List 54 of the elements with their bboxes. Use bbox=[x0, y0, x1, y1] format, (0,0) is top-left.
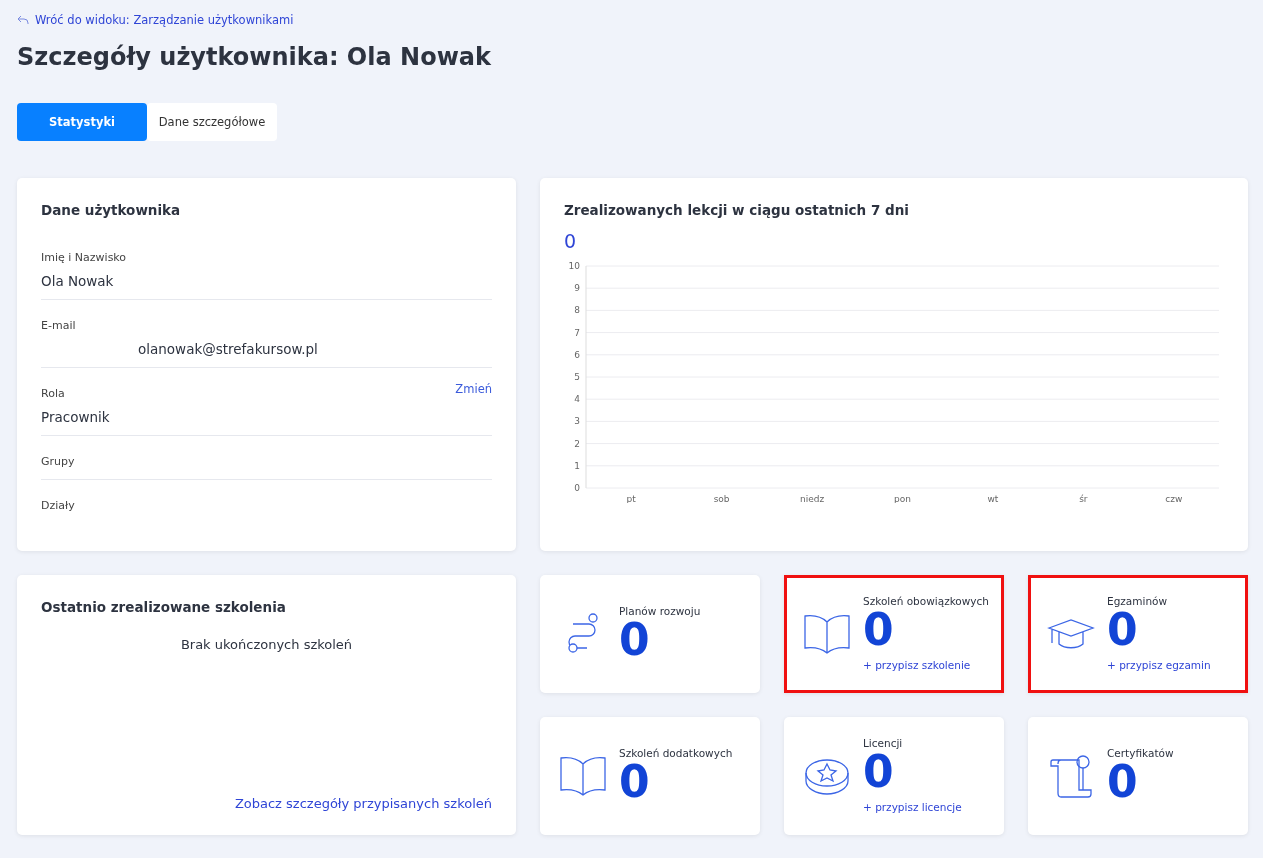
field-value: olanowak@strefakursow.pl bbox=[137, 341, 319, 357]
page-title: Szczegóły użytkownika: Ola Nowak bbox=[17, 43, 492, 71]
stat-label: Szkoleń obowiązkowych bbox=[863, 595, 989, 608]
stat-value: 0 bbox=[1107, 607, 1138, 654]
tab[interactable]: Statystyki bbox=[17, 103, 147, 141]
field-label: E-mail bbox=[41, 319, 76, 332]
x-axis-label: pon bbox=[894, 494, 911, 503]
field-label: Rola bbox=[41, 387, 65, 400]
card-title: Ostatnio zrealizowane szkolenia bbox=[41, 599, 287, 615]
y-axis-label: 3 bbox=[574, 416, 580, 427]
stat-value: 0 bbox=[619, 758, 650, 806]
x-axis-label: sob bbox=[713, 494, 730, 503]
field-value: Ola Nowak bbox=[41, 273, 115, 289]
stat-label: Egzaminów bbox=[1107, 595, 1169, 608]
y-axis-label: 4 bbox=[574, 394, 580, 405]
y-axis-label: 7 bbox=[574, 327, 580, 338]
card-title: Dane użytkownika bbox=[41, 202, 182, 218]
card-title: Zrealizowanych lekcji w ciągu ostatnich 7 dni bbox=[564, 202, 910, 218]
change-link[interactable]: Zmień bbox=[455, 382, 492, 396]
y-axis-label: 2 bbox=[574, 438, 580, 449]
y-axis-label: 9 bbox=[574, 283, 580, 294]
y-axis-label: 10 bbox=[568, 261, 580, 271]
y-axis-label: 5 bbox=[574, 372, 580, 382]
tab[interactable]: Dane szczegółowe bbox=[147, 103, 277, 141]
y-axis-label: 8 bbox=[574, 305, 580, 316]
stat-value: 0 bbox=[1107, 758, 1138, 806]
details-link[interactable]: Zobacz szczegóły przypisanych szkoleń bbox=[234, 796, 492, 811]
x-axis-label: pt bbox=[626, 494, 636, 503]
stat-value: 0 bbox=[863, 749, 894, 796]
field-label: Działy bbox=[41, 499, 75, 512]
empty-message: Brak ukończonych szkoleń bbox=[180, 637, 353, 652]
field-label: Imię i Nazwisko bbox=[41, 251, 127, 264]
field-label: Grupy bbox=[41, 455, 75, 468]
y-axis-label: 1 bbox=[574, 460, 580, 471]
field-value: Pracownik bbox=[41, 409, 111, 425]
stat-label: Licencji bbox=[863, 737, 904, 750]
certificate-scroll-icon bbox=[1047, 752, 1095, 800]
stat-label: Certyfikatów bbox=[1107, 746, 1174, 759]
y-axis-label: 0 bbox=[574, 483, 580, 493]
assign-link[interactable]: + przypisz licencje bbox=[863, 800, 962, 813]
back-link[interactable]: Wróć do widoku: Zarządzanie użytkownikami bbox=[17, 13, 294, 27]
stat-value: 0 bbox=[619, 616, 650, 664]
back-arrow-icon bbox=[17, 15, 29, 25]
assign-link[interactable]: + przypisz egzamin bbox=[1107, 658, 1211, 671]
x-axis-label: niedz bbox=[800, 494, 825, 503]
stat-label: Szkoleń dodatkowych bbox=[619, 746, 733, 759]
assign-link[interactable]: + przypisz szkolenie bbox=[863, 658, 971, 671]
stat-value: 0 bbox=[863, 607, 894, 654]
x-axis-label: czw bbox=[1165, 494, 1183, 503]
lessons-total: 0 bbox=[564, 230, 577, 252]
x-axis-label: śr bbox=[1079, 494, 1088, 503]
stat-label: Planów rozwoju bbox=[619, 604, 701, 617]
x-axis-label: wt bbox=[987, 494, 999, 503]
y-axis-label: 6 bbox=[574, 349, 580, 360]
